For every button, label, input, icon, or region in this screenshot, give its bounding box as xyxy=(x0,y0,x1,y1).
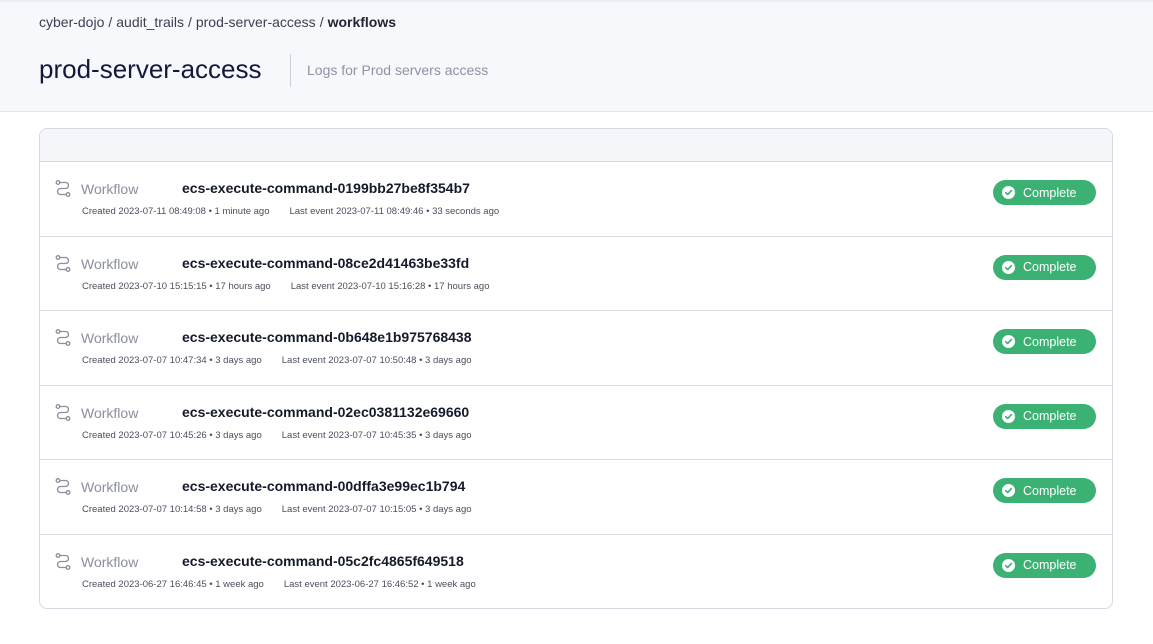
workflow-created: Created 2023-07-07 10:14:58 • 3 days ago xyxy=(82,504,262,515)
check-circle-icon xyxy=(1002,260,1015,274)
workflow-icon xyxy=(55,552,71,570)
workflow-row[interactable]: Workflow ecs-execute-command-0199bb27be8… xyxy=(40,162,1112,237)
workflow-icon xyxy=(55,478,71,495)
page-header: cyber-dojo / audit_trails / prod-server-acce… xyxy=(0,0,1153,112)
workflow-last-event: Last event 2023-07-11 08:49:46 • 33 seco… xyxy=(289,206,500,217)
workflow-list-header xyxy=(40,129,1112,162)
status-label: Complete xyxy=(1023,334,1077,349)
workflow-created: Created 2023-07-11 08:49:08 • 1 minute a… xyxy=(82,206,270,217)
workflow-last-event: Last event 2023-07-07 10:15:05 • 3 days … xyxy=(281,504,472,515)
page-title: prod-server-access xyxy=(39,54,262,84)
workflow-created: Created 2023-07-10 15:15:15 • 17 hours a… xyxy=(82,280,271,292)
workflow-icon xyxy=(55,180,71,197)
status-label: Complete xyxy=(1023,558,1077,572)
workflow-last-event: Last event 2023-07-10 15:16:28 • 17 hour… xyxy=(290,280,490,292)
breadcrumb-separator: / xyxy=(108,14,113,30)
status-label: Complete xyxy=(1023,409,1077,423)
workflow-row[interactable]: Workflow ecs-execute-command-02ec0381132… xyxy=(40,386,1112,460)
workflow-icon xyxy=(55,329,71,346)
breadcrumb: cyber-dojo / audit_trails / prod-server-acce… xyxy=(39,14,396,30)
workflow-meta: Created 2023-06-27 16:46:45 • 1 week ago… xyxy=(82,579,476,590)
page-description: Logs for Prod servers access xyxy=(307,62,489,78)
status-badge: Complete xyxy=(993,552,1096,578)
breadcrumb-current: workflows xyxy=(327,14,397,30)
workflow-name[interactable]: ecs-execute-command-0199bb27be8f354b7 xyxy=(182,180,470,196)
check-circle-icon xyxy=(1002,335,1015,348)
status-badge: Complete xyxy=(993,180,1096,205)
workflow-list: Workflow ecs-execute-command-0199bb27be8… xyxy=(39,128,1113,609)
workflow-type-label: Workflow xyxy=(81,404,139,421)
workflow-icon xyxy=(55,403,71,421)
status-label: Complete xyxy=(1023,483,1077,498)
workflow-type-label: Workflow xyxy=(81,181,139,197)
status-badge: Complete xyxy=(993,329,1096,354)
workflow-type-label: Workflow xyxy=(81,553,139,570)
breadcrumb-separator: / xyxy=(187,14,192,30)
breadcrumb-separator: / xyxy=(319,14,324,30)
workflow-last-event: Last event 2023-07-07 10:45:35 • 3 days … xyxy=(281,429,472,441)
workflow-name[interactable]: ecs-execute-command-02ec0381132e69660 xyxy=(182,404,469,420)
check-circle-icon xyxy=(1002,409,1015,423)
workflow-row[interactable]: Workflow ecs-execute-command-0b648e1b975… xyxy=(40,311,1112,386)
status-label: Complete xyxy=(1023,185,1077,200)
status-label: Complete xyxy=(1023,260,1077,274)
workflow-name[interactable]: ecs-execute-command-0b648e1b975768438 xyxy=(182,329,472,345)
check-circle-icon xyxy=(1002,484,1015,497)
breadcrumb-org[interactable]: cyber-dojo xyxy=(39,14,104,30)
workflow-meta: Created 2023-07-07 10:45:26 • 3 days ago… xyxy=(82,430,472,441)
workflow-row[interactable]: Workflow ecs-execute-command-05c2fc4865f… xyxy=(40,535,1112,609)
workflow-type-label: Workflow xyxy=(81,255,139,272)
workflow-meta: Created 2023-07-07 10:47:34 • 3 days ago… xyxy=(82,355,472,366)
status-badge: Complete xyxy=(993,254,1096,280)
workflow-name[interactable]: ecs-execute-command-00dffa3e99ec1b794 xyxy=(182,478,465,494)
workflow-meta: Created 2023-07-10 15:15:15 • 17 hours a… xyxy=(82,281,489,292)
workflow-meta: Created 2023-07-07 10:14:58 • 3 days ago… xyxy=(82,504,472,515)
workflow-icon xyxy=(55,254,71,272)
workflow-meta: Created 2023-07-11 08:49:08 • 1 minute a… xyxy=(82,206,499,217)
status-badge: Complete xyxy=(993,478,1096,503)
workflow-last-event: Last event 2023-07-07 10:50:48 • 3 days … xyxy=(281,355,472,366)
workflow-name[interactable]: ecs-execute-command-08ce2d41463be33fd xyxy=(182,255,469,271)
workflow-row[interactable]: Workflow ecs-execute-command-08ce2d41463… xyxy=(40,237,1112,311)
breadcrumb-trail[interactable]: prod-server-access xyxy=(196,14,316,30)
breadcrumb-audit-trails[interactable]: audit_trails xyxy=(116,14,184,30)
check-circle-icon xyxy=(1002,558,1015,572)
workflow-last-event: Last event 2023-06-27 16:46:52 • 1 week … xyxy=(283,578,476,590)
workflow-created: Created 2023-07-07 10:47:34 • 3 days ago xyxy=(82,355,262,366)
status-badge: Complete xyxy=(993,403,1096,429)
workflow-name[interactable]: ecs-execute-command-05c2fc4865f649518 xyxy=(182,553,464,569)
workflow-created: Created 2023-06-27 16:46:45 • 1 week ago xyxy=(82,578,264,590)
workflow-type-label: Workflow xyxy=(81,330,139,346)
workflow-type-label: Workflow xyxy=(81,479,139,495)
workflow-row[interactable]: Workflow ecs-execute-command-00dffa3e99e… xyxy=(40,460,1112,535)
title-divider xyxy=(290,54,291,87)
workflow-created: Created 2023-07-07 10:45:26 • 3 days ago xyxy=(82,429,262,441)
check-circle-icon xyxy=(1002,186,1015,199)
